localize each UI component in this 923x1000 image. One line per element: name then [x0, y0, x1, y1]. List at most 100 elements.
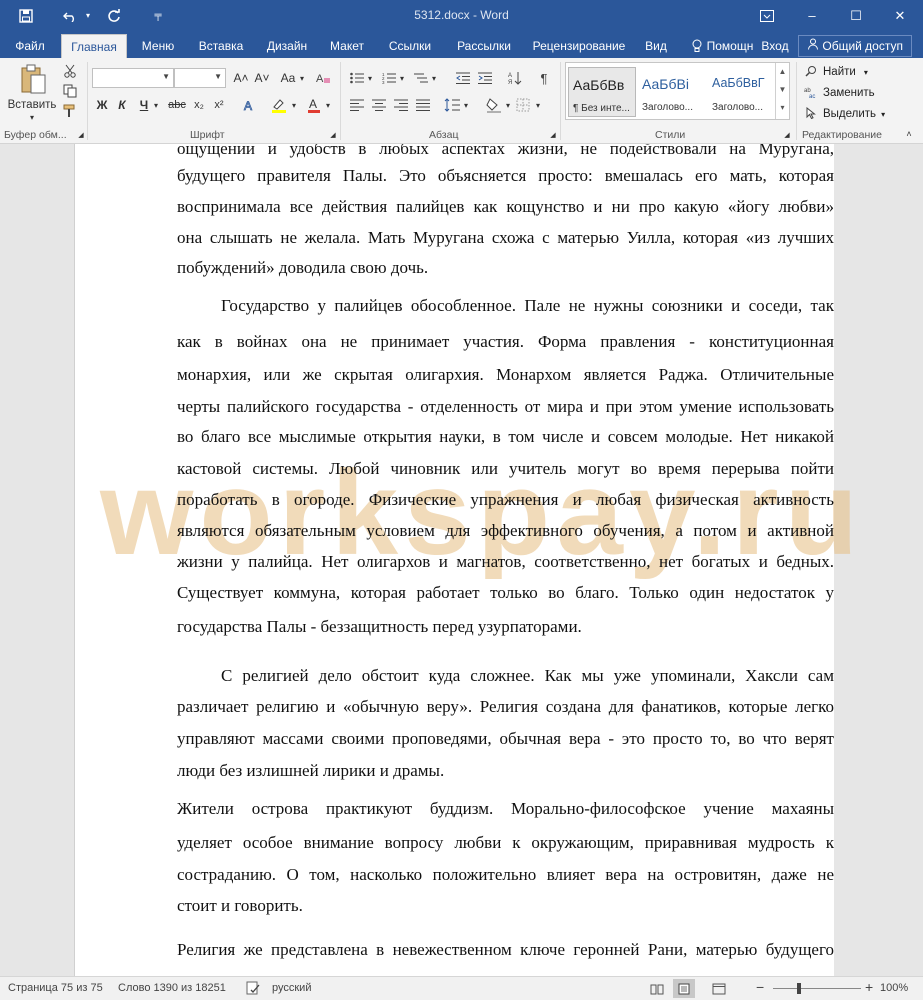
chevron-down-icon[interactable]: ▾: [366, 69, 374, 87]
share-button[interactable]: Общий доступ: [798, 35, 912, 57]
font-size-combo[interactable]: ▼: [174, 68, 226, 88]
page-count[interactable]: Страница 75 из 75: [8, 982, 103, 994]
chevron-down-icon[interactable]: ▾: [504, 96, 512, 114]
highlight-color-icon[interactable]: [268, 96, 290, 114]
tab-file[interactable]: Файл: [8, 34, 52, 58]
document-line[interactable]: как в войнах она не принимает участия. Ф…: [177, 331, 834, 353]
document-line[interactable]: люди без излишней лирики и драмы.: [177, 760, 444, 782]
paste-dropdown-icon[interactable]: ▾: [26, 112, 38, 122]
document-line[interactable]: кастовой системы. Любой чиновник или учи…: [177, 458, 834, 480]
document-line[interactable]: уделяет особое внимание вопросу любви к …: [177, 832, 834, 854]
tab-menu[interactable]: Меню: [132, 34, 184, 58]
read-mode-icon[interactable]: [646, 979, 668, 998]
zoom-out-button[interactable]: −: [756, 979, 764, 995]
document-line[interactable]: состраданию. О том, насколько положитель…: [177, 864, 834, 886]
cut-icon[interactable]: [61, 62, 79, 80]
document-line[interactable]: жизни у палийца. Нет олигархов и магнато…: [177, 551, 834, 573]
paste-button[interactable]: Вставить: [6, 98, 58, 112]
chevron-down-icon[interactable]: ▾: [298, 69, 306, 87]
style-heading-1[interactable]: АаБбВі Заголово...: [638, 67, 706, 117]
decrease-indent-icon[interactable]: [454, 69, 472, 87]
tab-layout[interactable]: Макет: [322, 34, 372, 58]
chevron-up-icon[interactable]: ▲: [776, 63, 789, 81]
document-line[interactable]: будущего правителя Палы. Это объясняется…: [177, 165, 834, 187]
find-button[interactable]: Найти ▾: [803, 62, 868, 82]
language[interactable]: русский: [272, 982, 311, 994]
tab-references[interactable]: Ссылки: [380, 34, 440, 58]
sign-in-link[interactable]: Вход: [758, 34, 792, 58]
document-line[interactable]: различает религию и «обычную веру». Рели…: [177, 696, 834, 718]
document-line[interactable]: она слышать не желала. Мать Муругана схо…: [177, 227, 834, 249]
strikethrough-button[interactable]: abc: [166, 96, 188, 114]
document-line[interactable]: монархия, или же скрытая олигархия. Мона…: [177, 364, 834, 386]
borders-icon[interactable]: [514, 96, 532, 114]
web-layout-icon[interactable]: [708, 979, 730, 998]
align-center-icon[interactable]: [370, 96, 388, 114]
document-line[interactable]: ощущении и удобств в любых аспектах жизн…: [177, 144, 834, 160]
document-line[interactable]: Жители острова практикуют буддизм. Морал…: [177, 798, 834, 820]
zoom-slider-track[interactable]: [773, 988, 861, 989]
document-line[interactable]: управляют массами своими проповедями, об…: [177, 728, 834, 750]
clear-formatting-icon[interactable]: A: [313, 69, 333, 87]
document-line[interactable]: являются обязательным условием для эффек…: [177, 520, 834, 542]
document-line[interactable]: поработать в огороде. Физические упражне…: [177, 489, 834, 511]
ribbon-display-icon[interactable]: [747, 0, 787, 31]
maximize-button[interactable]: ☐: [836, 0, 876, 31]
document-line[interactable]: государства Палы - беззащитность перед у…: [177, 616, 582, 638]
italic-button[interactable]: К: [114, 96, 130, 114]
font-color-icon[interactable]: A: [304, 96, 324, 114]
text-effects-icon[interactable]: A: [240, 96, 260, 114]
chevron-down-icon[interactable]: ▾: [534, 96, 542, 114]
chevron-down-icon[interactable]: ▾: [324, 96, 332, 114]
tab-home[interactable]: Главная: [61, 34, 127, 58]
tab-help[interactable]: Помощн: [704, 34, 756, 58]
shading-icon[interactable]: [484, 96, 504, 114]
document-line[interactable]: черты палийского государства - отделенно…: [177, 396, 834, 418]
document-line[interactable]: Религия же представлена в невежественном…: [177, 939, 834, 961]
document-line[interactable]: побуждений» доводила свою дочь.: [177, 257, 428, 279]
clipboard-launcher-icon[interactable]: ◢: [76, 130, 86, 140]
increase-indent-icon[interactable]: [476, 69, 494, 87]
document-line[interactable]: во благо все мыслимые открытия науки, в …: [177, 426, 834, 448]
styles-launcher-icon[interactable]: ◢: [782, 130, 792, 140]
shrink-font-button[interactable]: A˅: [252, 69, 272, 87]
zoom-slider-thumb[interactable]: [797, 983, 801, 994]
styles-scroll[interactable]: ▲ ▼ ▾: [775, 63, 789, 119]
style-no-spacing[interactable]: АаБбВв ¶ Без инте...: [568, 67, 636, 117]
paragraph-launcher-icon[interactable]: ◢: [548, 130, 558, 140]
show-formatting-icon[interactable]: ¶: [536, 69, 552, 87]
multilevel-list-icon[interactable]: [412, 69, 430, 87]
select-button[interactable]: Выделить ▾: [803, 104, 885, 124]
tab-design[interactable]: Дизайн: [258, 34, 316, 58]
align-left-icon[interactable]: [348, 96, 366, 114]
format-painter-icon[interactable]: [61, 102, 79, 120]
word-count[interactable]: Слово 1390 из 18251: [118, 982, 226, 994]
sort-icon[interactable]: AЯ: [506, 69, 524, 87]
bullets-icon[interactable]: [348, 69, 366, 87]
grow-font-button[interactable]: A˄: [231, 69, 251, 87]
chevron-down-icon[interactable]: ▾: [398, 69, 406, 87]
more-styles-icon[interactable]: ▾: [776, 99, 789, 117]
tab-view[interactable]: Вид: [638, 34, 674, 58]
justify-icon[interactable]: [414, 96, 432, 114]
chevron-down-icon[interactable]: ▾: [462, 96, 470, 114]
tab-mailings[interactable]: Рассылки: [448, 34, 520, 58]
close-button[interactable]: ✕: [880, 0, 920, 31]
collapse-ribbon-icon[interactable]: ˄: [902, 128, 916, 140]
chevron-down-icon[interactable]: ▾: [430, 69, 438, 87]
chevron-down-icon[interactable]: ▼: [776, 81, 789, 99]
font-name-combo[interactable]: ▼: [92, 68, 174, 88]
document-line[interactable]: воспринимала все действия палийцев как к…: [177, 196, 834, 218]
replace-button[interactable]: ab ac Заменить: [803, 83, 875, 103]
copy-icon[interactable]: [61, 82, 79, 100]
bold-button[interactable]: Ж: [94, 96, 110, 114]
tab-insert[interactable]: Вставка: [190, 34, 252, 58]
align-right-icon[interactable]: [392, 96, 410, 114]
paste-icon[interactable]: [18, 62, 48, 96]
subscript-button[interactable]: x₂: [190, 96, 208, 114]
zoom-in-button[interactable]: +: [865, 979, 873, 995]
document-line[interactable]: стоит и говорить.: [177, 895, 303, 917]
font-launcher-icon[interactable]: ◢: [328, 130, 338, 140]
zoom-level[interactable]: 100%: [880, 982, 908, 994]
line-spacing-icon[interactable]: [442, 96, 462, 114]
